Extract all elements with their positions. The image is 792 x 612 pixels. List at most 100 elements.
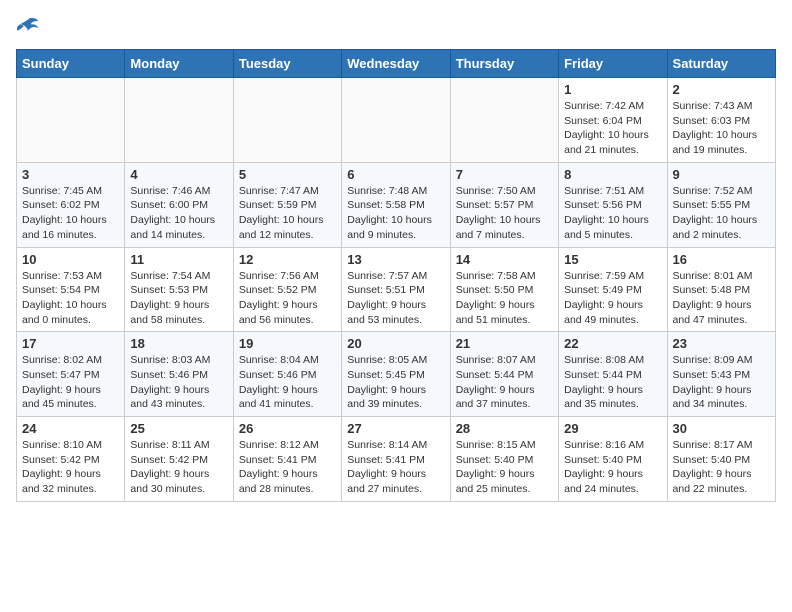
calendar-week-row: 10 Sunrise: 7:53 AM Sunset: 5:54 PM Dayli… [17,247,776,332]
day-number: 30 [673,421,770,436]
day-info: Sunrise: 7:59 AM Sunset: 5:49 PM Dayligh… [564,269,661,328]
calendar-table: SundayMondayTuesdayWednesdayThursdayFrid… [16,49,776,502]
day-number: 3 [22,167,119,182]
calendar-cell: 20 Sunrise: 8:05 AM Sunset: 5:45 PM Dayli… [342,332,450,417]
day-number: 21 [456,336,553,351]
calendar-cell: 9 Sunrise: 7:52 AM Sunset: 5:55 PM Daylig… [667,162,775,247]
calendar-week-row: 1 Sunrise: 7:42 AM Sunset: 6:04 PM Daylig… [17,78,776,163]
day-info: Sunrise: 8:08 AM Sunset: 5:44 PM Dayligh… [564,353,661,412]
day-info: Sunrise: 8:17 AM Sunset: 5:40 PM Dayligh… [673,438,770,497]
calendar-cell: 12Sunrise: 7:56 AM Sunset: 5:52 PM Dayli… [233,247,341,332]
day-info: Sunrise: 7:47 AM Sunset: 5:59 PM Dayligh… [239,184,336,243]
day-info: Sunrise: 8:15 AM Sunset: 5:40 PM Dayligh… [456,438,553,497]
day-number: 20 [347,336,444,351]
day-info: Sunrise: 8:01 AM Sunset: 5:48 PM Dayligh… [673,269,770,328]
day-info: Sunrise: 8:09 AM Sunset: 5:43 PM Dayligh… [673,353,770,412]
calendar-cell: 30 Sunrise: 8:17 AM Sunset: 5:40 PM Dayli… [667,417,775,502]
day-info: Sunrise: 8:12 AM Sunset: 5:41 PM Dayligh… [239,438,336,497]
calendar-cell [342,78,450,163]
day-number: 23 [673,336,770,351]
calendar-week-row: 3 Sunrise: 7:45 AM Sunset: 6:02 PM Daylig… [17,162,776,247]
weekday-header-tuesday: Tuesday [233,50,341,78]
logo-bird-icon [16,16,40,36]
day-info: Sunrise: 8:11 AM Sunset: 5:42 PM Dayligh… [130,438,227,497]
calendar-week-row: 17Sunrise: 8:02 AM Sunset: 5:47 PM Dayli… [17,332,776,417]
logo [16,16,44,41]
day-info: Sunrise: 8:03 AM Sunset: 5:46 PM Dayligh… [130,353,227,412]
calendar-cell: 29 Sunrise: 8:16 AM Sunset: 5:40 PM Dayli… [559,417,667,502]
day-number: 25 [130,421,227,436]
weekday-header-friday: Friday [559,50,667,78]
day-number: 16 [673,252,770,267]
weekday-header-monday: Monday [125,50,233,78]
calendar-cell: 14 Sunrise: 7:58 AM Sunset: 5:50 PM Dayli… [450,247,558,332]
day-info: Sunrise: 8:10 AM Sunset: 5:42 PM Dayligh… [22,438,119,497]
calendar-cell: 13 Sunrise: 7:57 AM Sunset: 5:51 PM Dayli… [342,247,450,332]
calendar-cell [233,78,341,163]
day-number: 4 [130,167,227,182]
calendar-cell: 15 Sunrise: 7:59 AM Sunset: 5:49 PM Dayli… [559,247,667,332]
calendar-cell: 16 Sunrise: 8:01 AM Sunset: 5:48 PM Dayli… [667,247,775,332]
day-info: Sunrise: 7:46 AM Sunset: 6:00 PM Dayligh… [130,184,227,243]
weekday-header-wednesday: Wednesday [342,50,450,78]
day-info: Sunrise: 8:02 AM Sunset: 5:47 PM Dayligh… [22,353,119,412]
day-info: Sunrise: 7:45 AM Sunset: 6:02 PM Dayligh… [22,184,119,243]
calendar-week-row: 24 Sunrise: 8:10 AM Sunset: 5:42 PM Dayli… [17,417,776,502]
day-number: 29 [564,421,661,436]
day-number: 22 [564,336,661,351]
calendar-cell: 5Sunrise: 7:47 AM Sunset: 5:59 PM Daylig… [233,162,341,247]
calendar-cell: 25 Sunrise: 8:11 AM Sunset: 5:42 PM Dayli… [125,417,233,502]
day-number: 18 [130,336,227,351]
day-number: 24 [22,421,119,436]
day-number: 10 [22,252,119,267]
day-number: 11 [130,252,227,267]
calendar-cell: 18 Sunrise: 8:03 AM Sunset: 5:46 PM Dayli… [125,332,233,417]
calendar-cell: 11 Sunrise: 7:54 AM Sunset: 5:53 PM Dayli… [125,247,233,332]
day-info: Sunrise: 7:56 AM Sunset: 5:52 PM Dayligh… [239,269,336,328]
calendar-cell: 22 Sunrise: 8:08 AM Sunset: 5:44 PM Dayli… [559,332,667,417]
day-number: 1 [564,82,661,97]
day-info: Sunrise: 7:57 AM Sunset: 5:51 PM Dayligh… [347,269,444,328]
day-number: 8 [564,167,661,182]
day-number: 13 [347,252,444,267]
calendar-cell [125,78,233,163]
calendar-cell: 23 Sunrise: 8:09 AM Sunset: 5:43 PM Dayli… [667,332,775,417]
calendar-cell: 10 Sunrise: 7:53 AM Sunset: 5:54 PM Dayli… [17,247,125,332]
day-number: 6 [347,167,444,182]
calendar-cell: 7Sunrise: 7:50 AM Sunset: 5:57 PM Daylig… [450,162,558,247]
day-info: Sunrise: 7:53 AM Sunset: 5:54 PM Dayligh… [22,269,119,328]
calendar-header-row: SundayMondayTuesdayWednesdayThursdayFrid… [17,50,776,78]
day-number: 7 [456,167,553,182]
day-info: Sunrise: 7:54 AM Sunset: 5:53 PM Dayligh… [130,269,227,328]
calendar-cell: 3 Sunrise: 7:45 AM Sunset: 6:02 PM Daylig… [17,162,125,247]
day-info: Sunrise: 7:48 AM Sunset: 5:58 PM Dayligh… [347,184,444,243]
day-number: 19 [239,336,336,351]
day-number: 9 [673,167,770,182]
day-number: 14 [456,252,553,267]
day-number: 2 [673,82,770,97]
day-info: Sunrise: 8:07 AM Sunset: 5:44 PM Dayligh… [456,353,553,412]
calendar-cell: 26Sunrise: 8:12 AM Sunset: 5:41 PM Dayli… [233,417,341,502]
calendar-cell: 2 Sunrise: 7:43 AM Sunset: 6:03 PM Daylig… [667,78,775,163]
day-info: Sunrise: 7:58 AM Sunset: 5:50 PM Dayligh… [456,269,553,328]
calendar-cell: 8Sunrise: 7:51 AM Sunset: 5:56 PM Daylig… [559,162,667,247]
day-info: Sunrise: 8:04 AM Sunset: 5:46 PM Dayligh… [239,353,336,412]
calendar-cell: 19 Sunrise: 8:04 AM Sunset: 5:46 PM Dayli… [233,332,341,417]
weekday-header-saturday: Saturday [667,50,775,78]
calendar-cell: 27Sunrise: 8:14 AM Sunset: 5:41 PM Dayli… [342,417,450,502]
day-number: 15 [564,252,661,267]
calendar-cell [17,78,125,163]
day-info: Sunrise: 7:52 AM Sunset: 5:55 PM Dayligh… [673,184,770,243]
calendar-cell: 4 Sunrise: 7:46 AM Sunset: 6:00 PM Daylig… [125,162,233,247]
day-info: Sunrise: 8:05 AM Sunset: 5:45 PM Dayligh… [347,353,444,412]
calendar-cell: 28Sunrise: 8:15 AM Sunset: 5:40 PM Dayli… [450,417,558,502]
day-info: Sunrise: 7:42 AM Sunset: 6:04 PM Dayligh… [564,99,661,158]
weekday-header-sunday: Sunday [17,50,125,78]
calendar-cell: 1 Sunrise: 7:42 AM Sunset: 6:04 PM Daylig… [559,78,667,163]
page-header [16,16,776,41]
day-info: Sunrise: 8:16 AM Sunset: 5:40 PM Dayligh… [564,438,661,497]
calendar-cell: 17Sunrise: 8:02 AM Sunset: 5:47 PM Dayli… [17,332,125,417]
day-info: Sunrise: 7:43 AM Sunset: 6:03 PM Dayligh… [673,99,770,158]
calendar-cell [450,78,558,163]
weekday-header-thursday: Thursday [450,50,558,78]
